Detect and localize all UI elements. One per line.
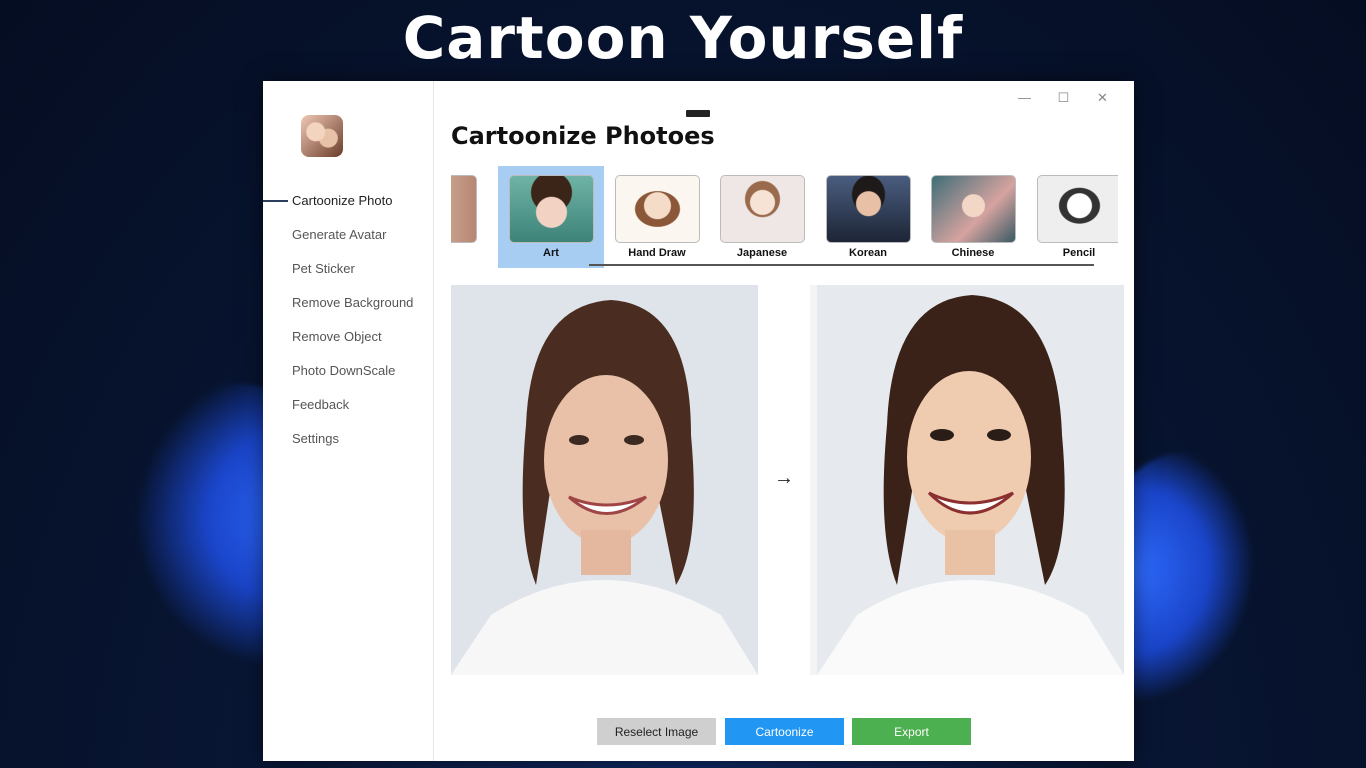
style-thumbnail-chinese	[931, 175, 1016, 243]
style-label-art: Art	[543, 247, 559, 259]
app-logo	[301, 115, 343, 157]
page-title: Cartoonize Photoes	[451, 122, 715, 150]
banner-title: Cartoon Yourself	[402, 4, 964, 72]
sidebar-item-remove-background[interactable]: Remove Background	[263, 291, 433, 325]
original-photo-image	[451, 285, 758, 675]
style-carousel[interactable]: Art Hand Draw Japanese Korean Chinese Pe…	[451, 166, 1118, 268]
reselect-image-button[interactable]: Reselect Image	[597, 718, 716, 745]
style-label-japanese: Japanese	[736, 247, 788, 259]
style-item-art[interactable]: Art	[498, 166, 604, 268]
minimize-button[interactable]: —	[1005, 87, 1044, 109]
sidebar-item-settings[interactable]: Settings	[263, 427, 433, 461]
sidebar-item-pet-sticker[interactable]: Pet Sticker	[263, 257, 433, 291]
style-label-chinese: Chinese	[951, 247, 995, 259]
cartoonized-photo	[810, 285, 1124, 675]
style-thumbnail-japanese	[720, 175, 805, 243]
drag-handle[interactable]	[686, 110, 710, 117]
cartoonize-button[interactable]: Cartoonize	[725, 718, 844, 745]
window-controls: — ☐ ✕	[1005, 87, 1122, 109]
carousel-scrollbar[interactable]	[589, 264, 1094, 266]
style-item-japanese[interactable]: Japanese	[709, 166, 815, 268]
style-item-chinese[interactable]: Chinese	[920, 166, 1026, 268]
cartoonized-photo-image	[817, 285, 1124, 675]
sidebar-item-generate-avatar[interactable]: Generate Avatar	[263, 223, 433, 257]
style-label-hand-draw: Hand Draw	[628, 247, 686, 259]
style-thumbnail-hand-draw	[615, 175, 700, 243]
style-item-korean[interactable]: Korean	[815, 166, 921, 268]
style-item-hand-draw[interactable]: Hand Draw	[604, 166, 710, 268]
close-button[interactable]: ✕	[1083, 87, 1122, 109]
export-button[interactable]: Export	[852, 718, 971, 745]
sidebar-nav: Cartoonize Photo Generate Avatar Pet Sti…	[263, 189, 433, 461]
app-window: Cartoonize Photo Generate Avatar Pet Sti…	[263, 81, 1134, 761]
style-thumbnail-art	[509, 175, 594, 243]
style-item-partial[interactable]	[451, 166, 487, 268]
style-label-korean: Korean	[849, 247, 887, 259]
arrow-right-icon: →	[774, 467, 794, 489]
style-item-pencil[interactable]: Pencil	[1026, 166, 1118, 268]
sidebar-item-feedback[interactable]: Feedback	[263, 393, 433, 427]
sidebar-item-photo-downscale[interactable]: Photo DownScale	[263, 359, 433, 393]
sidebar-item-cartoonize-photo[interactable]: Cartoonize Photo	[263, 189, 433, 223]
style-thumbnail-korean	[826, 175, 911, 243]
original-photo	[451, 285, 758, 675]
style-thumbnail-pencil	[1037, 175, 1118, 243]
style-label-pencil: Pencil	[1062, 247, 1096, 259]
sidebar-item-remove-object[interactable]: Remove Object	[263, 325, 433, 359]
style-thumbnail	[451, 175, 477, 243]
maximize-button[interactable]: ☐	[1044, 87, 1083, 109]
sidebar: Cartoonize Photo Generate Avatar Pet Sti…	[263, 81, 434, 761]
